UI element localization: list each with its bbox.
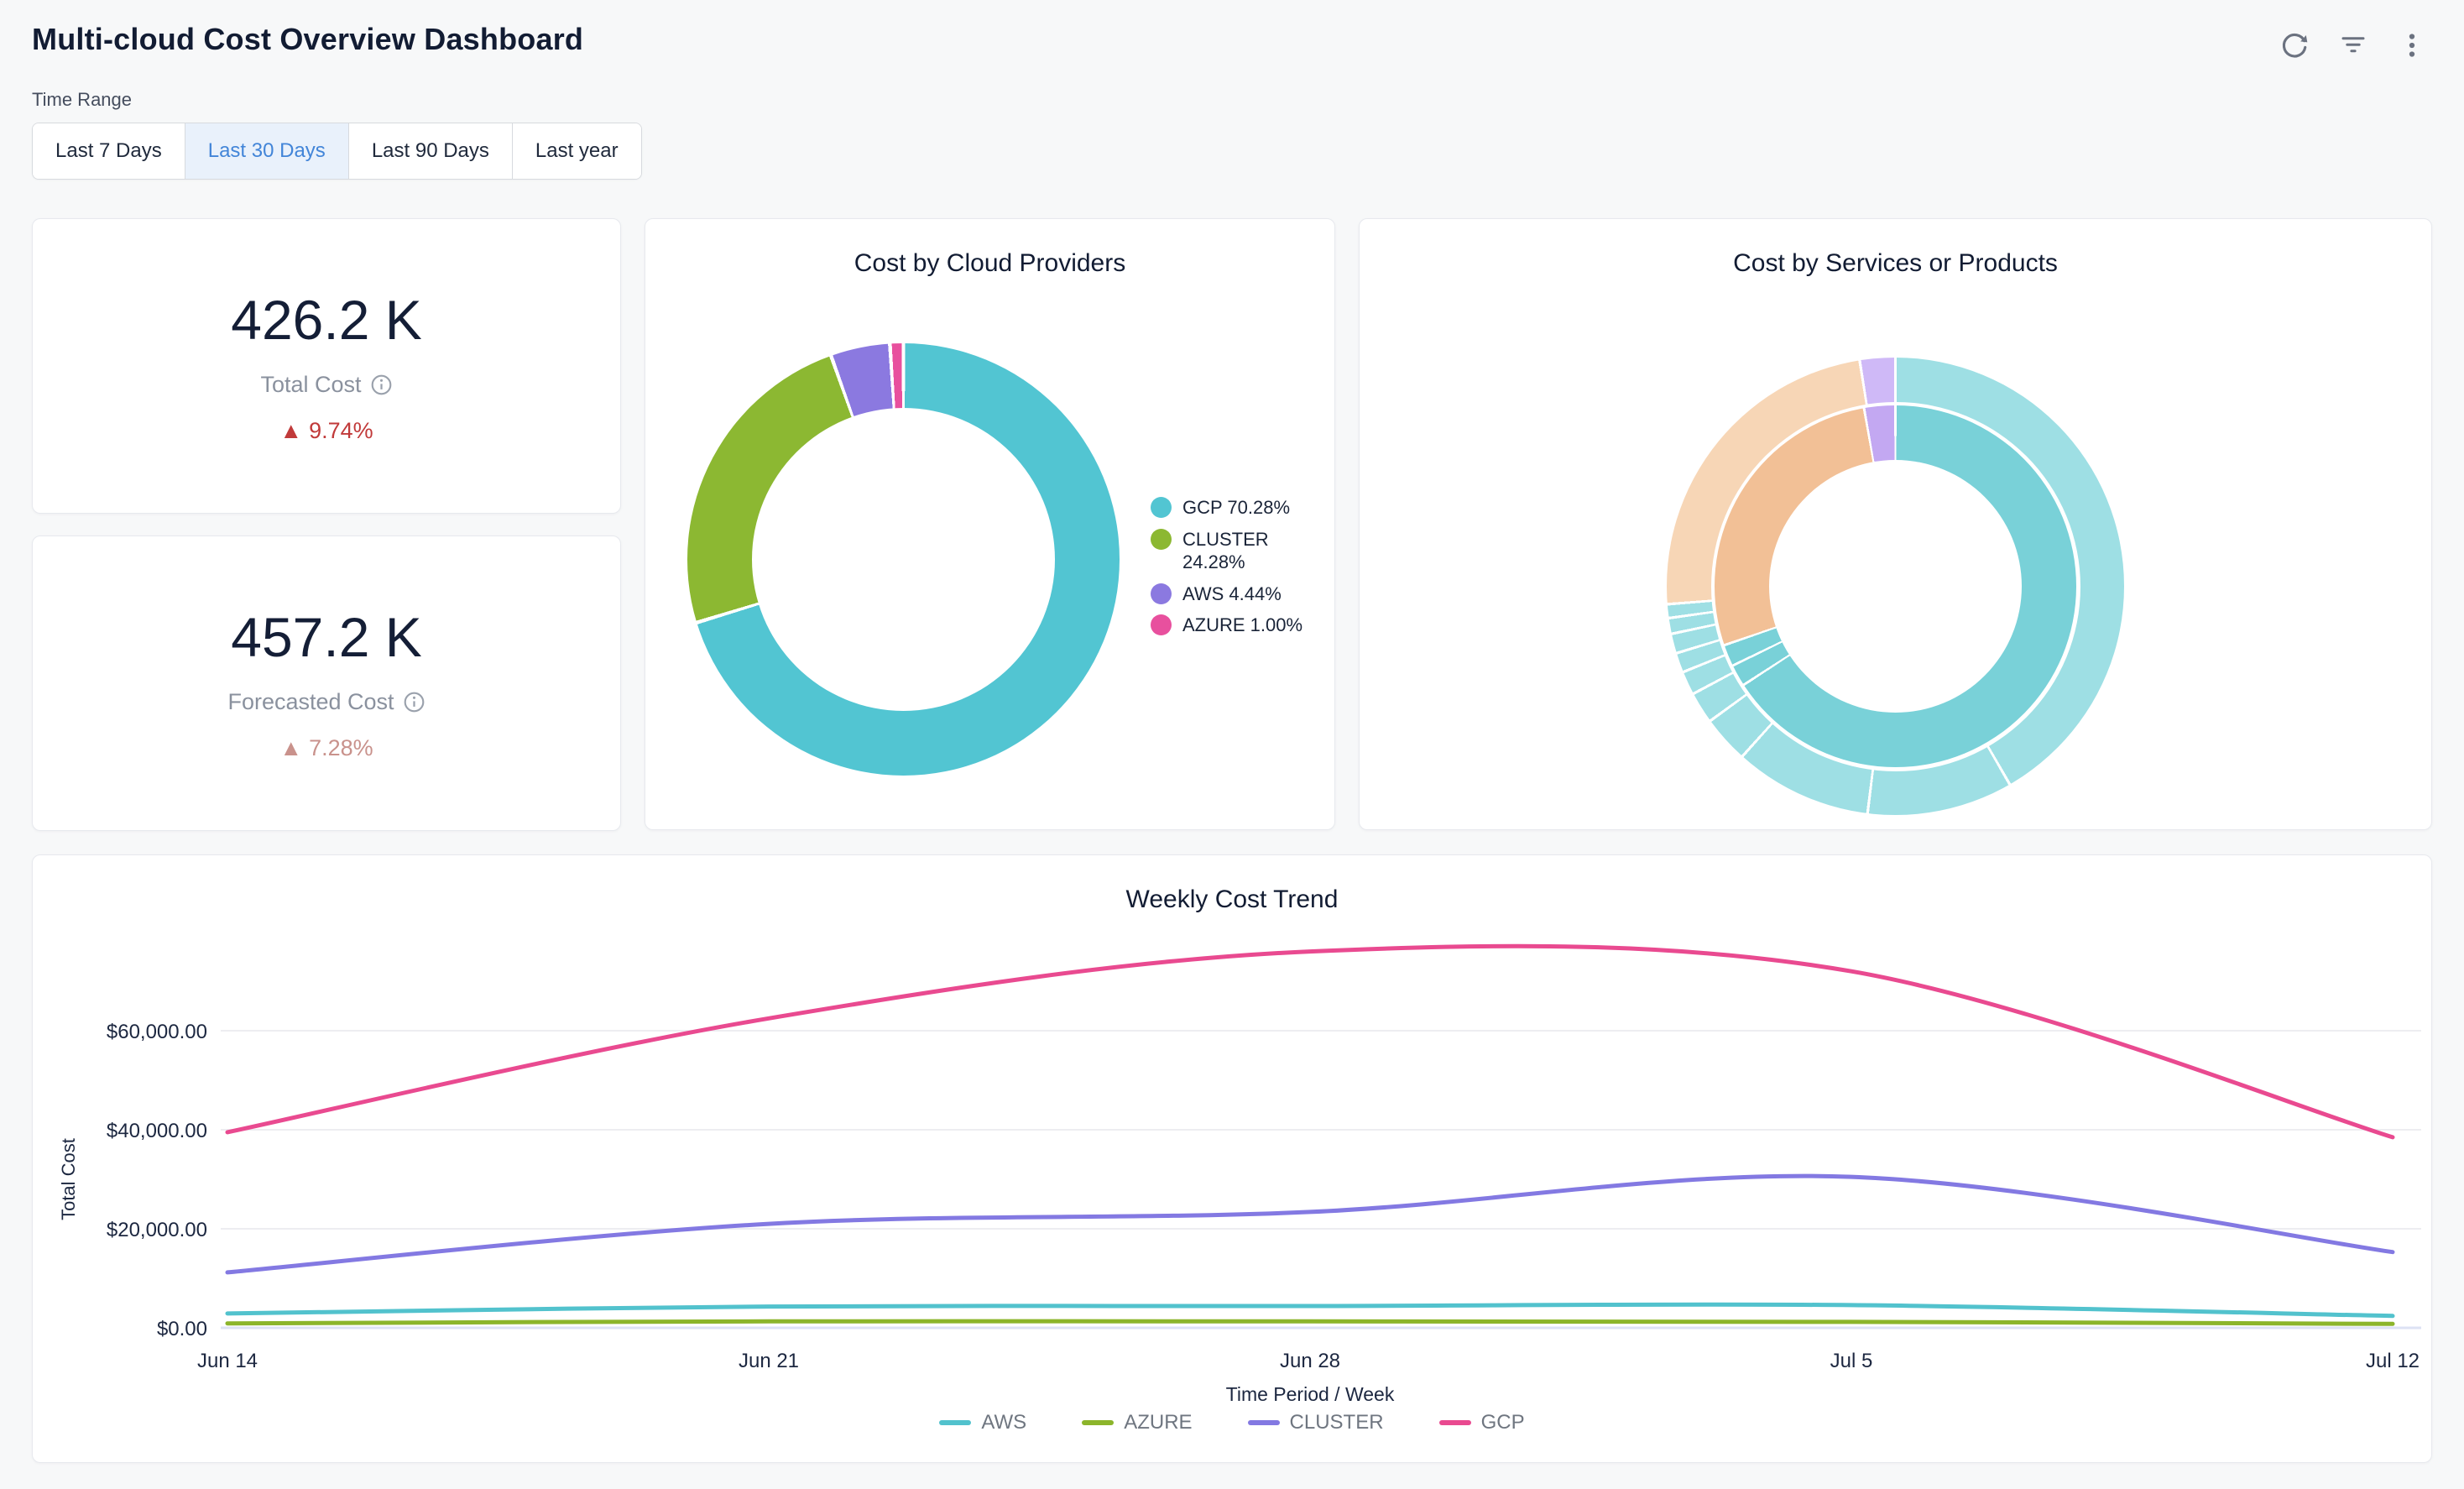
- sunburst-ring-gap: [1711, 402, 2080, 771]
- providers-donut-chart[interactable]: [687, 343, 1120, 776]
- time-range-option-last-30-days[interactable]: Last 30 Days: [185, 123, 348, 179]
- time-range-button-group: Last 7 Days Last 30 Days Last 90 Days La…: [32, 123, 642, 180]
- cost-by-providers-card: Cost by Cloud Providers GCP 70.28% CLUST…: [645, 218, 1335, 830]
- trend-chart-title: Weekly Cost Trend: [33, 886, 2431, 914]
- trend-legend-item-gcp[interactable]: GCP: [1439, 1411, 1525, 1434]
- filter-button[interactable]: [2335, 27, 2372, 64]
- x-tick-label: Jun 28: [1280, 1350, 1340, 1372]
- refresh-icon: [2279, 50, 2310, 63]
- time-range-label: Time Range: [32, 89, 2432, 111]
- legend-line-aws: [939, 1420, 971, 1425]
- legend-dot-aws: [1151, 583, 1172, 604]
- header-actions: [2276, 27, 2430, 64]
- legend-dot-gcp: [1151, 497, 1172, 518]
- services-chart-title: Cost by Services or Products: [1360, 249, 2431, 278]
- trend-line-cluster[interactable]: [227, 1176, 2393, 1272]
- total-cost-delta: ▲ 9.74%: [279, 418, 373, 444]
- refresh-button[interactable]: [2276, 27, 2313, 64]
- trend-legend: AWS AZURE CLUSTER GCP: [33, 1411, 2431, 1434]
- total-cost-kpi-card: 426.2 K Total Cost ▲ 9.74%: [32, 218, 621, 514]
- delta-up-icon: ▲: [279, 735, 302, 761]
- x-axis-title: Time Period / Week: [1226, 1383, 1395, 1405]
- trend-legend-item-cluster[interactable]: CLUSTER: [1248, 1411, 1384, 1434]
- legend-line-cluster: [1248, 1420, 1280, 1425]
- forecasted-cost-value: 457.2 K: [231, 605, 422, 669]
- delta-up-icon: ▲: [279, 418, 302, 444]
- time-range-control: Time Range Last 7 Days Last 30 Days Last…: [0, 89, 2464, 180]
- forecasted-cost-delta: ▲ 7.28%: [279, 735, 373, 761]
- forecasted-cost-kpi-card: 457.2 K Forecasted Cost ▲ 7.28%: [32, 536, 621, 831]
- legend-item-azure[interactable]: AZURE 1.00%: [1151, 614, 1327, 637]
- dashboard-grid: 426.2 K Total Cost ▲ 9.74% 457.2 K Forec…: [0, 218, 2464, 831]
- legend-item-gcp[interactable]: GCP 70.28%: [1151, 496, 1327, 520]
- y-axis-title: Total Cost: [58, 1138, 79, 1220]
- page-title: Multi-cloud Cost Overview Dashboard: [32, 22, 583, 57]
- time-range-option-last-7-days[interactable]: Last 7 Days: [33, 123, 185, 179]
- overflow-menu-icon: [2397, 50, 2427, 63]
- dashboard-header: Multi-cloud Cost Overview Dashboard: [0, 0, 2464, 64]
- time-range-option-last-90-days[interactable]: Last 90 Days: [348, 123, 512, 179]
- services-sunburst-chart[interactable]: [1667, 358, 2124, 815]
- trend-legend-item-azure[interactable]: AZURE: [1082, 1411, 1192, 1434]
- forecasted-cost-label: Forecasted Cost: [227, 689, 425, 715]
- legend-line-gcp: [1439, 1420, 1471, 1425]
- time-range-option-last-year[interactable]: Last year: [512, 123, 641, 179]
- filter-icon: [2338, 50, 2368, 63]
- trend-line-aws[interactable]: [227, 1304, 2393, 1316]
- x-tick-label: Jun 21: [739, 1350, 799, 1372]
- y-tick-label: $60,000.00: [107, 1021, 207, 1043]
- legend-line-azure: [1082, 1420, 1114, 1425]
- y-tick-label: $40,000.00: [107, 1120, 207, 1142]
- legend-item-aws[interactable]: AWS 4.44%: [1151, 583, 1327, 606]
- y-tick-label: $20,000.00: [107, 1219, 207, 1241]
- trend-legend-item-aws[interactable]: AWS: [939, 1411, 1026, 1434]
- providers-legend: GCP 70.28% CLUSTER 24.28% AWS 4.44% AZUR…: [1151, 496, 1327, 645]
- kpi-column: 426.2 K Total Cost ▲ 9.74% 457.2 K Forec…: [32, 218, 621, 831]
- trend-line-gcp[interactable]: [227, 946, 2393, 1137]
- info-icon[interactable]: [370, 374, 393, 396]
- sunburst-hole: [1769, 460, 2022, 713]
- info-icon[interactable]: [403, 691, 425, 713]
- cost-by-services-card: Cost by Services or Products: [1359, 218, 2432, 830]
- legend-dot-cluster: [1151, 529, 1172, 550]
- legend-dot-azure: [1151, 614, 1172, 635]
- total-cost-label: Total Cost: [260, 372, 392, 398]
- legend-item-cluster[interactable]: CLUSTER 24.28%: [1151, 528, 1327, 574]
- x-tick-label: Jun 14: [197, 1350, 258, 1372]
- donut-hole: [752, 408, 1055, 711]
- trend-line-azure[interactable]: [227, 1321, 2393, 1324]
- overflow-menu-button[interactable]: [2394, 27, 2430, 64]
- y-tick-label: $0.00: [157, 1318, 207, 1340]
- sunburst-inner-ring[interactable]: [1715, 405, 2076, 767]
- weekly-cost-trend-card: Weekly Cost Trend $0.00 $20,000.00 $40,000…: [32, 854, 2432, 1463]
- total-cost-value: 426.2 K: [231, 288, 422, 352]
- x-tick-label: Jul 5: [1830, 1350, 1873, 1372]
- x-tick-label: Jul 12: [2366, 1350, 2420, 1372]
- providers-chart-title: Cost by Cloud Providers: [645, 249, 1334, 278]
- weekly-cost-trend-chart[interactable]: $0.00 $20,000.00 $40,000.00 $60,000.00 Total…: [33, 921, 2431, 1408]
